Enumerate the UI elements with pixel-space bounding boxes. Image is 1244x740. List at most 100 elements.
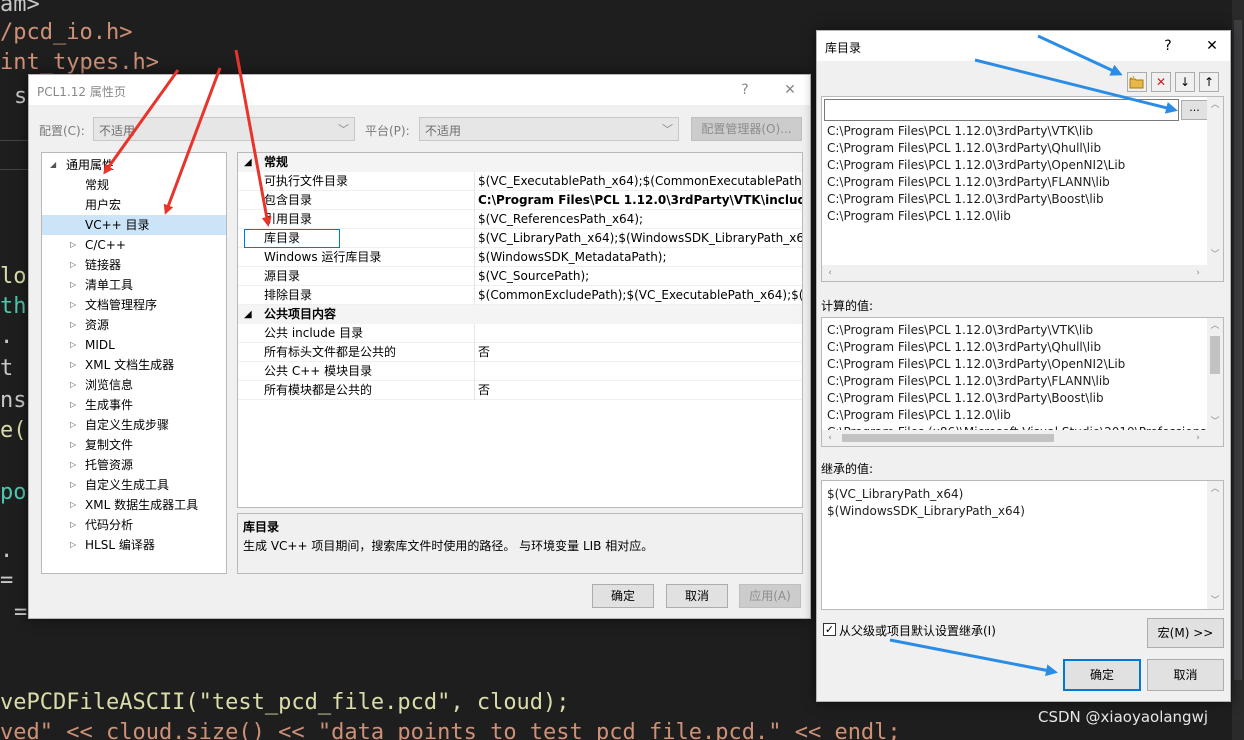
editor-scroll-thumb[interactable] (1234, 20, 1242, 680)
scroll-down-icon[interactable]: ﹀ (1207, 593, 1223, 609)
property-value[interactable]: $(WindowsSDK_MetadataPath); (478, 248, 802, 267)
expand-icon[interactable]: ▷ (70, 235, 76, 255)
scroll-thumb[interactable] (1210, 336, 1220, 374)
grid-row[interactable]: 引用目录 $(VC_ReferencesPath_x64); (238, 210, 802, 229)
browse-button[interactable]: ... (1181, 100, 1208, 120)
tree-item[interactable]: ▷ 文档管理程序 (42, 295, 226, 315)
close-button[interactable]: ✕ (1201, 35, 1223, 57)
tree-item[interactable]: VC++ 目录 (42, 215, 226, 235)
vertical-scrollbar[interactable]: ︿ ﹀ (1207, 318, 1223, 430)
tree-item[interactable]: ▷ 生成事件 (42, 395, 226, 415)
expand-icon[interactable]: ▷ (70, 315, 76, 335)
ok-button[interactable]: 确定 (592, 584, 654, 608)
vertical-scrollbar[interactable]: ︿ ﹀ (1207, 97, 1223, 265)
config-select[interactable]: 不适用 ﹀ (93, 117, 355, 141)
expand-icon[interactable]: ▷ (70, 275, 76, 295)
scroll-left-icon[interactable]: ‹ (822, 265, 838, 281)
scroll-up-icon[interactable]: ︿ (1207, 97, 1223, 113)
property-value[interactable]: $(VC_ReferencesPath_x64); (478, 210, 802, 229)
tree-item[interactable]: ◢ 通用属性 (42, 155, 226, 175)
expand-icon[interactable]: ▷ (70, 535, 76, 555)
close-button[interactable]: ✕ (779, 79, 801, 101)
horizontal-scrollbar[interactable]: ‹ › (822, 265, 1223, 281)
grid-row[interactable]: 公共 include 目录 (238, 324, 802, 343)
grid-row[interactable]: Windows 运行库目录 $(WindowsSDK_MetadataPath); (238, 248, 802, 267)
expand-icon[interactable]: ▷ (70, 295, 76, 315)
scroll-down-icon[interactable]: ﹀ (1207, 414, 1223, 430)
expand-icon[interactable]: ▷ (70, 355, 76, 375)
tree-item[interactable]: 用户宏 (42, 195, 226, 215)
list-item[interactable]: C:\Program Files\PCL 1.12.0\lib (827, 208, 1011, 225)
list-item[interactable]: C:\Program Files\PCL 1.12.0\3rdParty\VTK… (827, 123, 1093, 140)
scroll-right-icon[interactable]: › (1190, 265, 1206, 281)
tree-item[interactable]: ▷ XML 数据生成器工具 (42, 495, 226, 515)
ok-button[interactable]: 确定 (1063, 659, 1141, 691)
tree-item[interactable]: ▷ 复制文件 (42, 435, 226, 455)
tree-item[interactable]: 常规 (42, 175, 226, 195)
tree-item[interactable]: ▷ 浏览信息 (42, 375, 226, 395)
list-item[interactable]: C:\Program Files\PCL 1.12.0\3rdParty\FLA… (827, 174, 1110, 191)
tree-item[interactable]: ▷ MIDL (42, 335, 226, 355)
tree-item[interactable]: ▷ XML 文档生成器 (42, 355, 226, 375)
expand-icon[interactable]: ▷ (70, 335, 76, 355)
grid-row[interactable]: 所有标头文件都是公共的 否 (238, 343, 802, 362)
grid-row[interactable]: 公共 C++ 模块目录 (238, 362, 802, 381)
tree-item[interactable]: ▷ 资源 (42, 315, 226, 335)
apply-button[interactable]: 应用(A) (739, 584, 801, 608)
macro-button[interactable]: 宏(M) >> (1147, 618, 1224, 648)
grid-row[interactable]: 所有模块都是公共的 否 (238, 381, 802, 400)
scroll-right-icon[interactable]: › (1190, 430, 1206, 446)
config-manager-button[interactable]: 配置管理器(O)... (691, 117, 802, 141)
tree-item[interactable]: ▷ 清单工具 (42, 275, 226, 295)
vertical-scrollbar[interactable]: ︿ ﹀ (1207, 481, 1223, 609)
list-item[interactable]: C:\Program Files\PCL 1.12.0\3rdParty\Ope… (827, 157, 1125, 174)
tree-item[interactable]: ▷ 代码分析 (42, 515, 226, 535)
grid-row[interactable]: 包含目录 C:\Program Files\PCL 1.12.0\3rdParty… (238, 191, 802, 210)
collapse-icon[interactable]: ◢ (244, 153, 252, 172)
collapse-icon[interactable]: ◢ (244, 305, 252, 324)
scroll-down-icon[interactable]: ﹀ (1207, 247, 1223, 263)
editor-scrollbar[interactable] (1232, 0, 1244, 740)
expand-icon[interactable]: ▷ (70, 455, 76, 475)
list-item[interactable]: C:\Program Files\PCL 1.12.0\3rdParty\Boo… (827, 191, 1104, 208)
property-value[interactable]: 否 (478, 343, 802, 362)
horizontal-scrollbar[interactable]: ‹ › (822, 430, 1223, 446)
tree-item[interactable]: ▷ HLSL 编译器 (42, 535, 226, 555)
platform-select[interactable]: 不适用 ﹀ (419, 117, 679, 141)
tree-item[interactable]: ▷ C/C++ (42, 235, 226, 255)
list-item[interactable]: C:\Program Files\PCL 1.12.0\3rdParty\Qhu… (827, 140, 1101, 157)
expand-icon[interactable]: ▷ (70, 435, 76, 455)
expand-icon[interactable]: ▷ (70, 375, 76, 395)
new-entry-input[interactable] (824, 99, 1179, 121)
cancel-button[interactable]: 取消 (1147, 659, 1224, 691)
property-value[interactable]: 否 (478, 381, 802, 400)
tree-item[interactable]: ▷ 自定义生成工具 (42, 475, 226, 495)
collapse-icon[interactable]: ◢ (50, 155, 56, 175)
move-up-button[interactable]: ↑ (1199, 72, 1219, 92)
help-button[interactable]: ? (734, 79, 756, 101)
help-button[interactable]: ? (1157, 35, 1179, 57)
scroll-left-icon[interactable]: ‹ (822, 430, 838, 446)
tree-item[interactable]: ▷ 托管资源 (42, 455, 226, 475)
grid-row[interactable]: 库目录 $(VC_LibraryPath_x64);$(WindowsSDK_Li… (238, 229, 802, 248)
delete-line-button[interactable]: ✕ (1151, 72, 1171, 92)
inherit-checkbox-label[interactable]: 从父级或项目默认设置继承(I) (839, 622, 996, 639)
grid-row[interactable]: 可执行文件目录 $(VC_ExecutablePath_x64);$(Common… (238, 172, 802, 191)
expand-icon[interactable]: ▷ (70, 395, 76, 415)
expand-icon[interactable]: ▷ (70, 495, 76, 515)
expand-icon[interactable]: ▷ (70, 475, 76, 495)
expand-icon[interactable]: ▷ (70, 255, 76, 275)
expand-icon[interactable]: ▷ (70, 415, 76, 435)
scroll-up-icon[interactable]: ︿ (1207, 318, 1223, 334)
grid-row[interactable]: 排除目录 $(CommonExcludePath);$(VC_Executable… (238, 286, 802, 305)
move-down-button[interactable]: ↓ (1175, 72, 1195, 92)
grid-category[interactable]: ◢ 常规 (238, 153, 802, 172)
expand-icon[interactable]: ▷ (70, 515, 76, 535)
tree-item[interactable]: ▷ 自定义生成步骤 (42, 415, 226, 435)
cancel-button[interactable]: 取消 (666, 584, 728, 608)
property-value[interactable]: $(VC_SourcePath); (478, 267, 802, 286)
property-value[interactable]: C:\Program Files\PCL 1.12.0\3rdParty\VTK… (478, 191, 802, 210)
inherit-checkbox[interactable]: ✓ (823, 623, 836, 636)
grid-row[interactable]: 源目录 $(VC_SourcePath); (238, 267, 802, 286)
tree-item[interactable]: ▷ 链接器 (42, 255, 226, 275)
